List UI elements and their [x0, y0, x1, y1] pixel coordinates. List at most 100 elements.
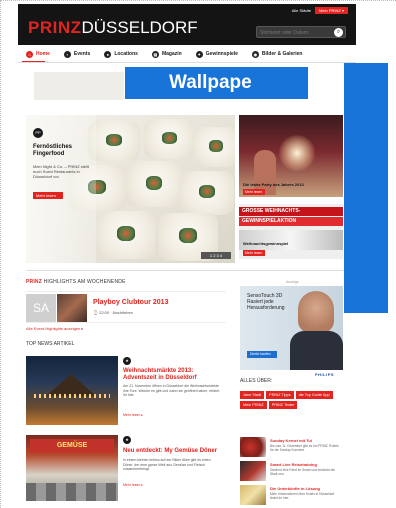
nav-item-home[interactable]: ⌂ Home [26, 50, 50, 58]
christmas-market-image[interactable] [26, 356, 118, 425]
event-meta: ⌚ 22:00 · Nachtleben [93, 310, 133, 315]
logo-city: DÜSSELDORF [81, 18, 198, 37]
side-teaser[interactable]: Smart Live Reisetraining Gewinnt eine Fa… [240, 461, 344, 483]
sushi-roll-image [126, 161, 182, 207]
prize-shelf-image [239, 230, 343, 250]
tag-link[interactable]: Mein PRINZ [240, 401, 267, 409]
news-badge-icon: ★ [123, 357, 131, 365]
nav-item-locations[interactable]: ● Locations [104, 50, 138, 58]
nav-label: Gewinnspiele [205, 51, 238, 57]
tag-link[interactable]: PRINZ Tipps [266, 391, 294, 399]
top-news-heading: TOP NEWS ARTIKEL [26, 341, 75, 347]
site-logo[interactable]: PRINZDÜSSELDORF [28, 18, 198, 38]
nav-label: Magazin [161, 51, 182, 57]
sushi-roll-image [194, 127, 235, 167]
side-teaser-image [240, 485, 266, 505]
nav-divider [18, 62, 356, 63]
xmas-strip-1: GROSSE WEIHNACHTS- [239, 207, 343, 216]
all-highlights-link[interactable]: Alle Event-Highlights anzeigen ▸ [26, 326, 83, 331]
side-teaser-headline: Die Unterkünfte in Lösung [270, 486, 320, 491]
hero-badge-icon: PP [33, 128, 43, 138]
news-teaser-text: In einem kleinen Imbiss auf der Bilker A… [123, 458, 211, 471]
page-border-left [0, 0, 2, 508]
event-image [57, 294, 87, 322]
gift-icon: ✦ [195, 50, 203, 58]
section-divider [26, 270, 344, 271]
camera-icon: ◉ [251, 50, 259, 58]
hero-title[interactable]: Fernöstliches Fingerfood [33, 144, 99, 158]
side-teaser[interactable]: Sunday Kernel mit Tui Bis zum 11. Dezemb… [240, 437, 344, 459]
party-read-more-button[interactable]: Mehr lesen [243, 189, 265, 195]
tag-link[interactable]: die Top Guide App [295, 391, 333, 399]
all-cities-link[interactable]: Alle Städte [292, 8, 311, 13]
hero-pager[interactable]: 1 2 3 4 [201, 252, 231, 259]
tag-cloud: Jane Stadt PRINZ Tipps die Top Guide App… [240, 391, 344, 409]
tag-link[interactable]: Jane Stadt [240, 391, 265, 399]
side-teaser-image [240, 461, 266, 481]
nav-item-galerien[interactable]: ◉ Bilder & Galerien [251, 50, 303, 58]
shop-tiles-image [26, 483, 118, 501]
main-nav: ⌂ Home ▪ Events ● Locations ▤ Magazin ✦ Gewin… [18, 48, 356, 60]
page-root: { "header": { "logo_brand": "PRINZ", "lo… [0, 0, 396, 508]
ad-buy-button[interactable]: Direkt kaufen [247, 351, 277, 358]
ad-title: SensoTouch 3D Rasiert jede Herausforderu… [247, 293, 285, 311]
account-button[interactable]: Mein PRINZ ▾ [315, 7, 348, 14]
xmas-strip-2: GEWINNSPIELAKTION [239, 217, 343, 226]
tag-link[interactable]: PRINZ Tester [268, 401, 298, 409]
nav-label: Bilder & Galerien [261, 51, 303, 57]
wallpaper-ad-side[interactable] [344, 63, 388, 313]
highlights-heading: PRINZ HIGHLIGHTS AM WOCHENENDE [26, 279, 126, 285]
light-glow [279, 135, 315, 171]
hero-slider[interactable]: PP Fernöstliches Fingerfood Mein Night &… [26, 115, 235, 263]
hero-text: Mein Night & Co. – PRINZ stellt euch Sus… [33, 164, 90, 179]
news-headline[interactable]: Weihnachtsmärkte 2013: Adventszeit in Dü… [123, 368, 223, 382]
news-badge-icon: ★ [123, 436, 131, 444]
search-box: ⌕ [256, 26, 346, 38]
highlights-brand: PRINZ [26, 279, 42, 285]
nav-item-gewinnspiele[interactable]: ✦ Gewinnspiele [195, 50, 238, 58]
side-teaser-headline: Sunday Kernel mit Tui [270, 438, 312, 443]
nav-active-indicator [22, 61, 45, 62]
side-teaser[interactable]: Die Unterkünfte in Lösung Mehr Informati… [240, 485, 344, 507]
event-day: SA [26, 294, 56, 322]
xmas-teaser-caption[interactable]: Weihnachtsgewinnspiel [243, 241, 288, 246]
side-teaser-headline: Smart Live Reisetraining [270, 462, 317, 467]
highlights-title: HIGHLIGHTS AM WOCHENENDE [42, 279, 126, 285]
site-header: PRINZDÜSSELDORF Alle Städte Mein PRINZ ▾… [18, 4, 356, 45]
logo-brand: PRINZ [28, 18, 82, 37]
shaver-ad[interactable]: SensoTouch 3D Rasiert jede Herausforderu… [240, 286, 343, 370]
top-links: Alle Städte Mein PRINZ ▾ [292, 7, 348, 14]
news-headline[interactable]: Neu entdeckt: My Gemüse Döner [123, 448, 223, 455]
wallpaper-ad[interactable]: Wallpape [125, 67, 308, 99]
search-input[interactable] [260, 28, 330, 37]
nav-label: Events [73, 51, 91, 57]
model-shirt-image [290, 331, 343, 370]
home-icon: ⌂ [26, 50, 33, 58]
shop-sign: GEMÜSE [30, 439, 114, 453]
market-roof-image [46, 374, 96, 396]
side-teaser-text: Mehr Informationen über Hotels in Düssel… [270, 492, 335, 500]
nav-item-events[interactable]: ▪ Events [63, 50, 91, 58]
location-icon: ● [104, 50, 112, 58]
market-lights-image [34, 394, 110, 398]
nav-item-magazin[interactable]: ▤ Magazin [151, 50, 182, 58]
xmas-read-more-button[interactable]: Mehr lesen [243, 250, 265, 256]
hero-read-more-button[interactable]: Mehr lesen [33, 192, 63, 199]
side-teaser-text: Gewinnt eine Fahrt im Smart und entdeckt… [270, 468, 335, 476]
page-border-top [0, 0, 396, 2]
banner-placeholder [34, 72, 124, 100]
highlight-event-card[interactable]: SA Playboy Clubtour 2013 ⌚ 22:00 · Nacht… [26, 291, 226, 323]
calendar-icon: ▪ [63, 50, 71, 58]
party-teaser-caption[interactable]: Die letzte Party des Jahres 2013 [243, 182, 304, 187]
news-read-more-link[interactable]: Mehr lesen ▸ [123, 413, 143, 417]
brand-logo: PHILIPS [315, 372, 335, 377]
doener-shop-image[interactable]: GEMÜSE [26, 435, 118, 501]
nav-label: Home [36, 51, 50, 57]
event-name[interactable]: Playboy Clubtour 2013 [93, 299, 168, 306]
news-teaser-text: Am 21. November öffnen in Düsseldorf die… [123, 384, 220, 397]
sushi-roll-image [96, 211, 156, 259]
magazine-icon: ▤ [151, 50, 159, 58]
news-read-more-link[interactable]: Mehr lesen ▸ [123, 483, 143, 487]
search-icon[interactable]: ⌕ [334, 28, 343, 37]
alles-ueber-heading: ALLES ÜBER: [240, 378, 273, 384]
